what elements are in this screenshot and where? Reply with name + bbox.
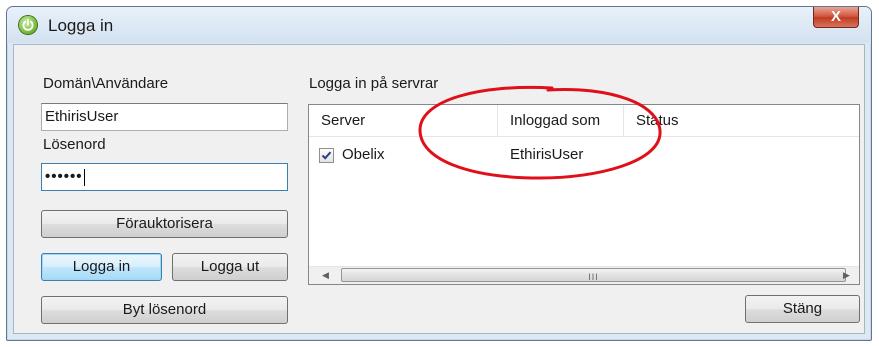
text-caret	[83, 168, 85, 186]
scrollbar-grip: III	[588, 272, 599, 282]
power-icon	[19, 16, 37, 34]
title-bar[interactable]: Logga in X	[7, 7, 871, 43]
preauthorize-button[interactable]: Förauktorisera	[41, 210, 288, 238]
scroll-left-icon[interactable]: ◀	[317, 267, 334, 284]
scrollbar-thumb[interactable]: III	[341, 268, 846, 282]
checkmark-icon	[321, 151, 332, 160]
column-header-status[interactable]: Status	[624, 105, 859, 136]
server-list[interactable]: Server Inloggad som Status Obelix Ethiri…	[308, 104, 860, 285]
horizontal-scrollbar[interactable]: ◀ III ▶	[309, 266, 859, 284]
column-header-logged-in-as[interactable]: Inloggad som	[498, 105, 624, 136]
server-row[interactable]: Obelix EthirisUser	[309, 145, 859, 169]
dialog-body: Domän\Användare EthirisUser Lösenord •••…	[13, 44, 865, 334]
domain-user-input[interactable]: EthirisUser	[41, 103, 288, 131]
close-dialog-button[interactable]: Stäng	[745, 295, 860, 323]
column-header-server[interactable]: Server	[309, 105, 498, 136]
server-checkbox[interactable]	[319, 148, 334, 163]
window-close-button[interactable]: X	[813, 7, 859, 28]
window-title: Logga in	[48, 16, 114, 35]
scroll-right-icon[interactable]: ▶	[838, 267, 855, 284]
change-password-button[interactable]: Byt lösenord	[41, 296, 288, 324]
password-input[interactable]: ••••••	[41, 163, 288, 191]
login-dialog: Logga in X Domän\Användare EthirisUser L…	[6, 6, 872, 341]
domain-user-label: Domän\Användare	[43, 75, 169, 92]
password-mask: ••••••	[45, 168, 83, 185]
server-group-label: Logga in på servrar	[309, 75, 439, 92]
logged-in-as-value: EthirisUser	[510, 146, 584, 163]
login-button[interactable]: Logga in	[41, 253, 162, 281]
server-list-header: Server Inloggad som Status	[309, 105, 859, 137]
password-label: Lösenord	[43, 136, 106, 153]
server-name: Obelix	[342, 146, 385, 163]
logout-button[interactable]: Logga ut	[172, 253, 288, 281]
